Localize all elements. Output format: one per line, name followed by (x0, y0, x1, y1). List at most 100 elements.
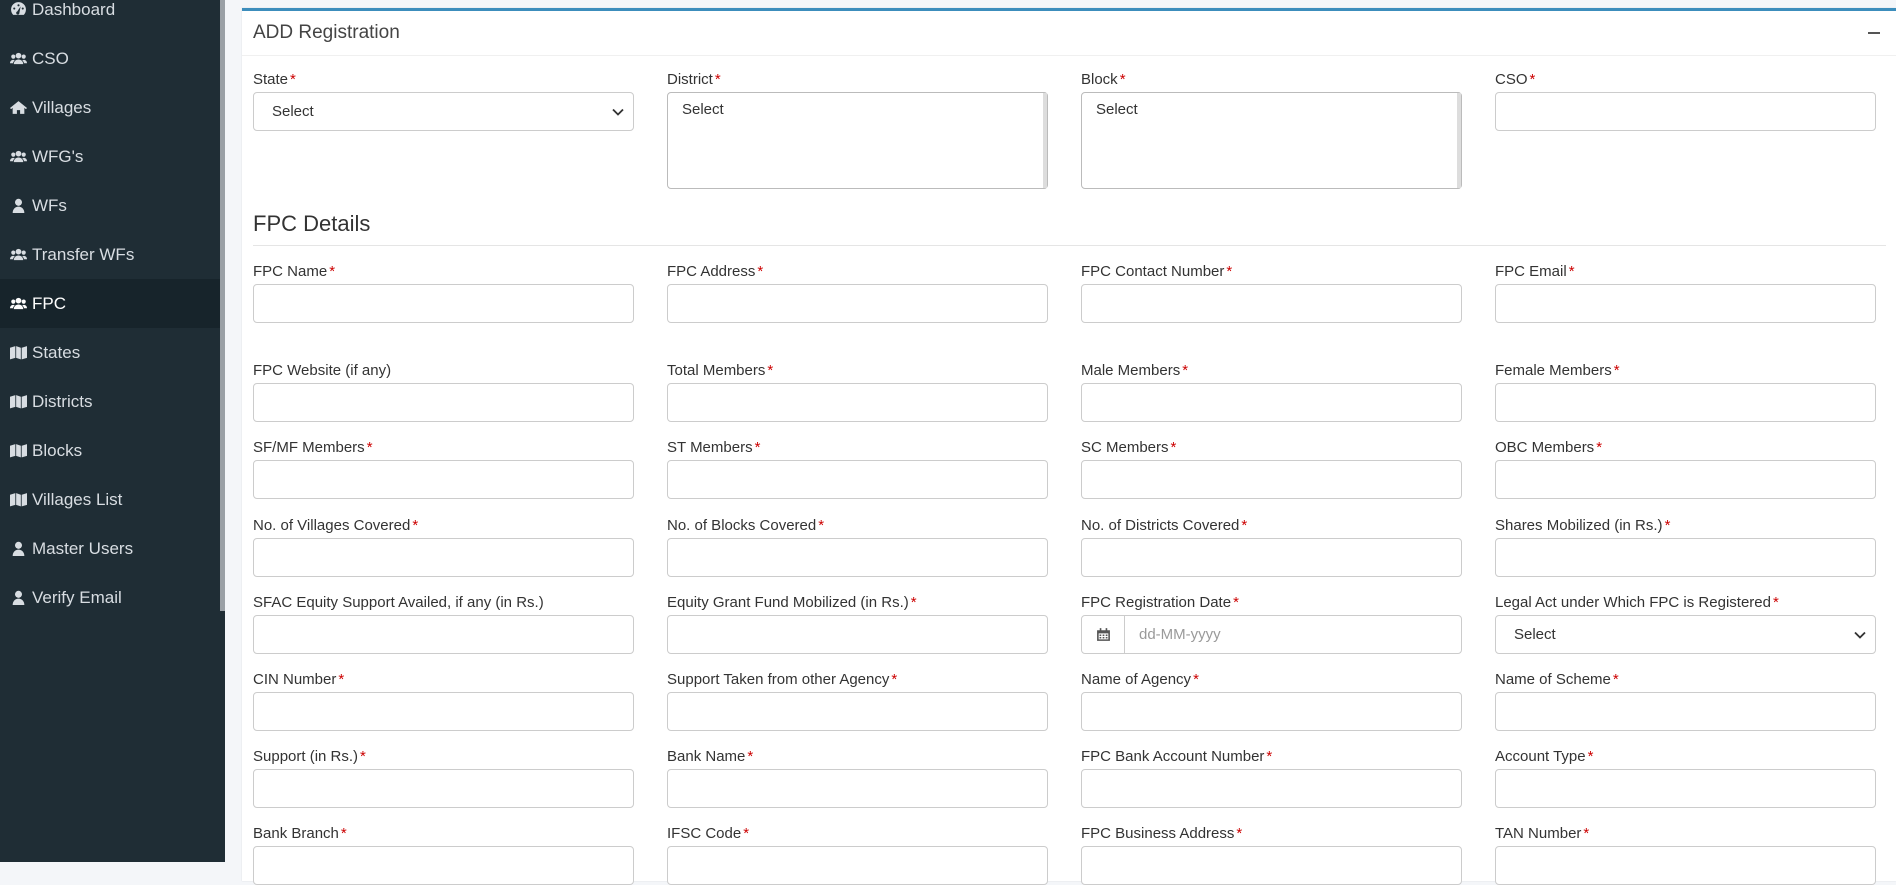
obc-members-label: OBC Members * (1495, 439, 1603, 456)
total-members-label: Total Members * (667, 362, 774, 379)
sidebar-item-villages[interactable]: Villages (0, 83, 220, 132)
sidebar-item-districts[interactable]: Districts (0, 377, 220, 426)
sc-members-label: SC Members * (1081, 439, 1177, 456)
sidebar-item-cso[interactable]: CSO (0, 34, 220, 83)
sidebar-scrollbar[interactable] (220, 0, 225, 611)
block-multiselect[interactable]: Select (1081, 92, 1462, 189)
name-of-agency-input[interactable] (1081, 692, 1462, 731)
sfmf-members-label: SF/MF Members * (253, 439, 373, 456)
bank-name-input[interactable] (667, 769, 1048, 808)
district-field: District * Select (667, 71, 1048, 189)
cso-input[interactable] (1495, 92, 1876, 131)
total-members-input[interactable] (667, 383, 1048, 422)
fpc-name-label: FPC Name * (253, 263, 336, 280)
tan-number-input[interactable] (1495, 846, 1876, 885)
fpc-name-field: FPC Name * (253, 263, 634, 323)
registration-date-placeholder: dd-MM-yyyy (1139, 626, 1221, 643)
sc-members-input[interactable] (1081, 460, 1462, 499)
bank-account-input[interactable] (1081, 769, 1462, 808)
sidebar-item-label: Districts (32, 391, 93, 411)
obc-members-input[interactable] (1495, 460, 1876, 499)
cin-number-input[interactable] (253, 692, 634, 731)
fpc-contact-input[interactable] (1081, 284, 1462, 323)
female-members-label: Female Members * (1495, 362, 1620, 379)
male-members-input[interactable] (1081, 383, 1462, 422)
male-members-field: Male Members * (1081, 362, 1462, 422)
sidebar-item-states[interactable]: States (0, 328, 220, 377)
users-icon (9, 296, 27, 312)
registration-card: ADD Registration State * Select District *… (242, 8, 1896, 885)
support-other-agency-input[interactable] (667, 692, 1048, 731)
sidebar-item-dashboard[interactable]: Dashboard (0, 0, 220, 34)
shares-mobilized-input[interactable] (1495, 538, 1876, 577)
users-icon (9, 247, 27, 263)
state-select[interactable]: Select (253, 92, 634, 131)
male-members-label: Male Members * (1081, 362, 1189, 379)
villages-covered-field: No. of Villages Covered * (253, 517, 634, 577)
section-title: FPC Details (253, 211, 1886, 246)
account-type-field: Account Type * (1495, 748, 1876, 808)
home-icon (9, 100, 27, 116)
blocks-covered-input[interactable] (667, 538, 1048, 577)
sidebar-item-label: Dashboard (32, 0, 116, 19)
map-icon (9, 443, 27, 459)
account-type-input[interactable] (1495, 769, 1876, 808)
bank-branch-field: Bank Branch * (253, 825, 634, 885)
business-address-input[interactable] (1081, 846, 1462, 885)
equity-grant-field: Equity Grant Fund Mobilized (in Rs.) * (667, 594, 1048, 654)
sidebar-item-verify-email[interactable]: Verify Email (0, 573, 220, 622)
cin-number-label: CIN Number * (253, 671, 345, 688)
tan-number-field: TAN Number * (1495, 825, 1876, 885)
fpc-website-label: FPC Website (if any) (253, 362, 392, 379)
collapse-button[interactable] (1864, 23, 1884, 43)
chevron-down-icon (612, 108, 624, 116)
fpc-email-input[interactable] (1495, 284, 1876, 323)
district-scrollbar[interactable] (1043, 93, 1047, 188)
district-multiselect[interactable]: Select (667, 92, 1048, 189)
sfmf-members-field: SF/MF Members * (253, 439, 634, 499)
sfmf-members-input[interactable] (253, 460, 634, 499)
districts-covered-field: No. of Districts Covered * (1081, 517, 1462, 577)
bank-branch-input[interactable] (253, 846, 634, 885)
name-of-agency-field: Name of Agency * (1081, 671, 1462, 731)
sidebar-item-label: Villages List (32, 489, 123, 509)
fpc-website-input[interactable] (253, 383, 634, 422)
shares-mobilized-field: Shares Mobilized (in Rs.) * (1495, 517, 1876, 577)
sidebar-item-wfgs[interactable]: WFG's (0, 132, 220, 181)
legal-act-select[interactable]: Select (1495, 615, 1876, 654)
block-scrollbar[interactable] (1457, 93, 1461, 188)
registration-date-input[interactable]: dd-MM-yyyy (1081, 615, 1462, 654)
fpc-address-input[interactable] (667, 284, 1048, 323)
sfac-equity-input[interactable] (253, 615, 634, 654)
female-members-field: Female Members * (1495, 362, 1876, 422)
sidebar-item-label: Blocks (32, 440, 83, 460)
villages-covered-input[interactable] (253, 538, 634, 577)
st-members-input[interactable] (667, 460, 1048, 499)
ifsc-code-field: IFSC Code * (667, 825, 1048, 885)
sidebar: Dashboard CSO Villages WFG's WFs Transfe… (0, 0, 220, 862)
name-of-scheme-input[interactable] (1495, 692, 1876, 731)
fpc-name-input[interactable] (253, 284, 634, 323)
fpc-contact-field: FPC Contact Number * (1081, 263, 1462, 323)
sidebar-item-master-users[interactable]: Master Users (0, 524, 220, 573)
state-field: State * Select (253, 71, 634, 131)
shares-mobilized-label: Shares Mobilized (in Rs.) * (1495, 517, 1671, 534)
map-icon (9, 492, 27, 508)
sc-members-field: SC Members * (1081, 439, 1462, 499)
blocks-covered-label: No. of Blocks Covered * (667, 517, 825, 534)
villages-covered-label: No. of Villages Covered * (253, 517, 419, 534)
block-label: Block * (1081, 71, 1126, 88)
equity-grant-input[interactable] (667, 615, 1048, 654)
card-title: ADD Registration (253, 22, 400, 43)
sidebar-item-transfer-wfs[interactable]: Transfer WFs (0, 230, 220, 279)
fpc-website-field: FPC Website (if any) (253, 362, 634, 422)
sidebar-item-wfs[interactable]: WFs (0, 181, 220, 230)
support-rs-input[interactable] (253, 769, 634, 808)
sidebar-item-villages-list[interactable]: Villages List (0, 475, 220, 524)
female-members-input[interactable] (1495, 383, 1876, 422)
sidebar-item-fpc[interactable]: FPC (0, 279, 220, 328)
sidebar-item-blocks[interactable]: Blocks (0, 426, 220, 475)
ifsc-code-input[interactable] (667, 846, 1048, 885)
calendar-button[interactable] (1082, 616, 1125, 653)
districts-covered-input[interactable] (1081, 538, 1462, 577)
